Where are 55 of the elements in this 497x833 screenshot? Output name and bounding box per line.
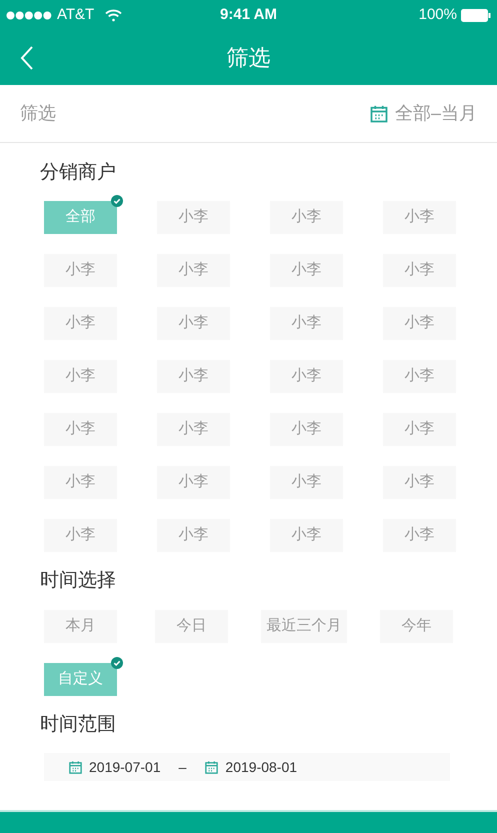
filter-chip[interactable]: 小李 — [383, 413, 456, 446]
filter-chip[interactable]: 小李 — [44, 307, 117, 340]
calendar-icon — [68, 760, 83, 774]
filter-chip[interactable]: 小李 — [383, 519, 456, 552]
check-icon — [111, 657, 123, 669]
end-date: 2019-08-01 — [225, 758, 298, 776]
section-title: 时间范围 — [40, 713, 117, 737]
filter-chip[interactable]: 小李 — [44, 360, 117, 393]
filter-chip[interactable]: 小李 — [44, 466, 117, 499]
carrier-text: AT&T — [57, 4, 94, 25]
filter-chip[interactable]: 小李 — [270, 254, 343, 287]
filter-chip[interactable]: 小李 — [270, 307, 343, 340]
filter-chip[interactable]: 小李 — [157, 307, 230, 340]
filter-chip[interactable]: 小李 — [157, 201, 230, 234]
filter-chip[interactable]: 小李 — [44, 413, 117, 446]
range-summary: 全部–当月 — [394, 102, 477, 125]
filter-label: 筛选 — [20, 102, 57, 125]
battery-text: 100% — [418, 4, 457, 25]
clock-text: 9:41 AM — [220, 4, 277, 25]
filter-chip[interactable]: 小李 — [270, 519, 343, 552]
filter-chip[interactable]: 小李 — [270, 466, 343, 499]
date-separator: – — [178, 758, 186, 776]
filter-chip[interactable]: 本月 — [44, 610, 117, 643]
calendar-icon — [204, 760, 220, 774]
date-range-field[interactable]: 2019-07-01 – 2019-08-01 — [44, 753, 450, 781]
page-title: 筛选 — [226, 44, 270, 72]
filter-chip[interactable]: 今日 — [155, 610, 228, 643]
wifi-icon — [105, 8, 122, 22]
filter-chip[interactable]: 全部 — [44, 201, 117, 234]
filter-chip[interactable]: 小李 — [383, 307, 456, 340]
filter-chip[interactable]: 小李 — [157, 519, 230, 552]
filter-chip[interactable]: 小李 — [270, 360, 343, 393]
section-title: 时间选择 — [40, 569, 117, 593]
filter-chip[interactable]: 小李 — [383, 466, 456, 499]
section-title: 分销商户 — [40, 161, 117, 185]
filter-chip[interactable]: 小李 — [157, 413, 230, 446]
signal-icon — [6, 10, 52, 20]
check-icon — [111, 195, 123, 207]
filter-chip[interactable]: 小李 — [383, 254, 456, 287]
calendar-icon — [368, 104, 389, 124]
filter-chip[interactable]: 小李 — [270, 413, 343, 446]
filter-chip[interactable]: 小李 — [383, 201, 456, 234]
filter-chip[interactable]: 小李 — [157, 254, 230, 287]
back-icon — [20, 46, 34, 70]
filter-chip[interactable]: 小李 — [157, 360, 230, 393]
start-date: 2019-07-01 — [89, 758, 161, 776]
filter-chip[interactable]: 最近三个月 — [261, 610, 347, 643]
filter-chip[interactable]: 小李 — [270, 201, 343, 234]
filter-chip[interactable]: 今年 — [380, 610, 453, 643]
filter-chip[interactable]: 自定义 — [44, 663, 117, 696]
filter-chip[interactable]: 小李 — [383, 360, 456, 393]
filter-chip[interactable]: 小李 — [44, 519, 117, 552]
filter-chip[interactable]: 小李 — [157, 466, 230, 499]
battery-icon — [461, 8, 491, 22]
filter-chip[interactable]: 小李 — [44, 254, 117, 287]
